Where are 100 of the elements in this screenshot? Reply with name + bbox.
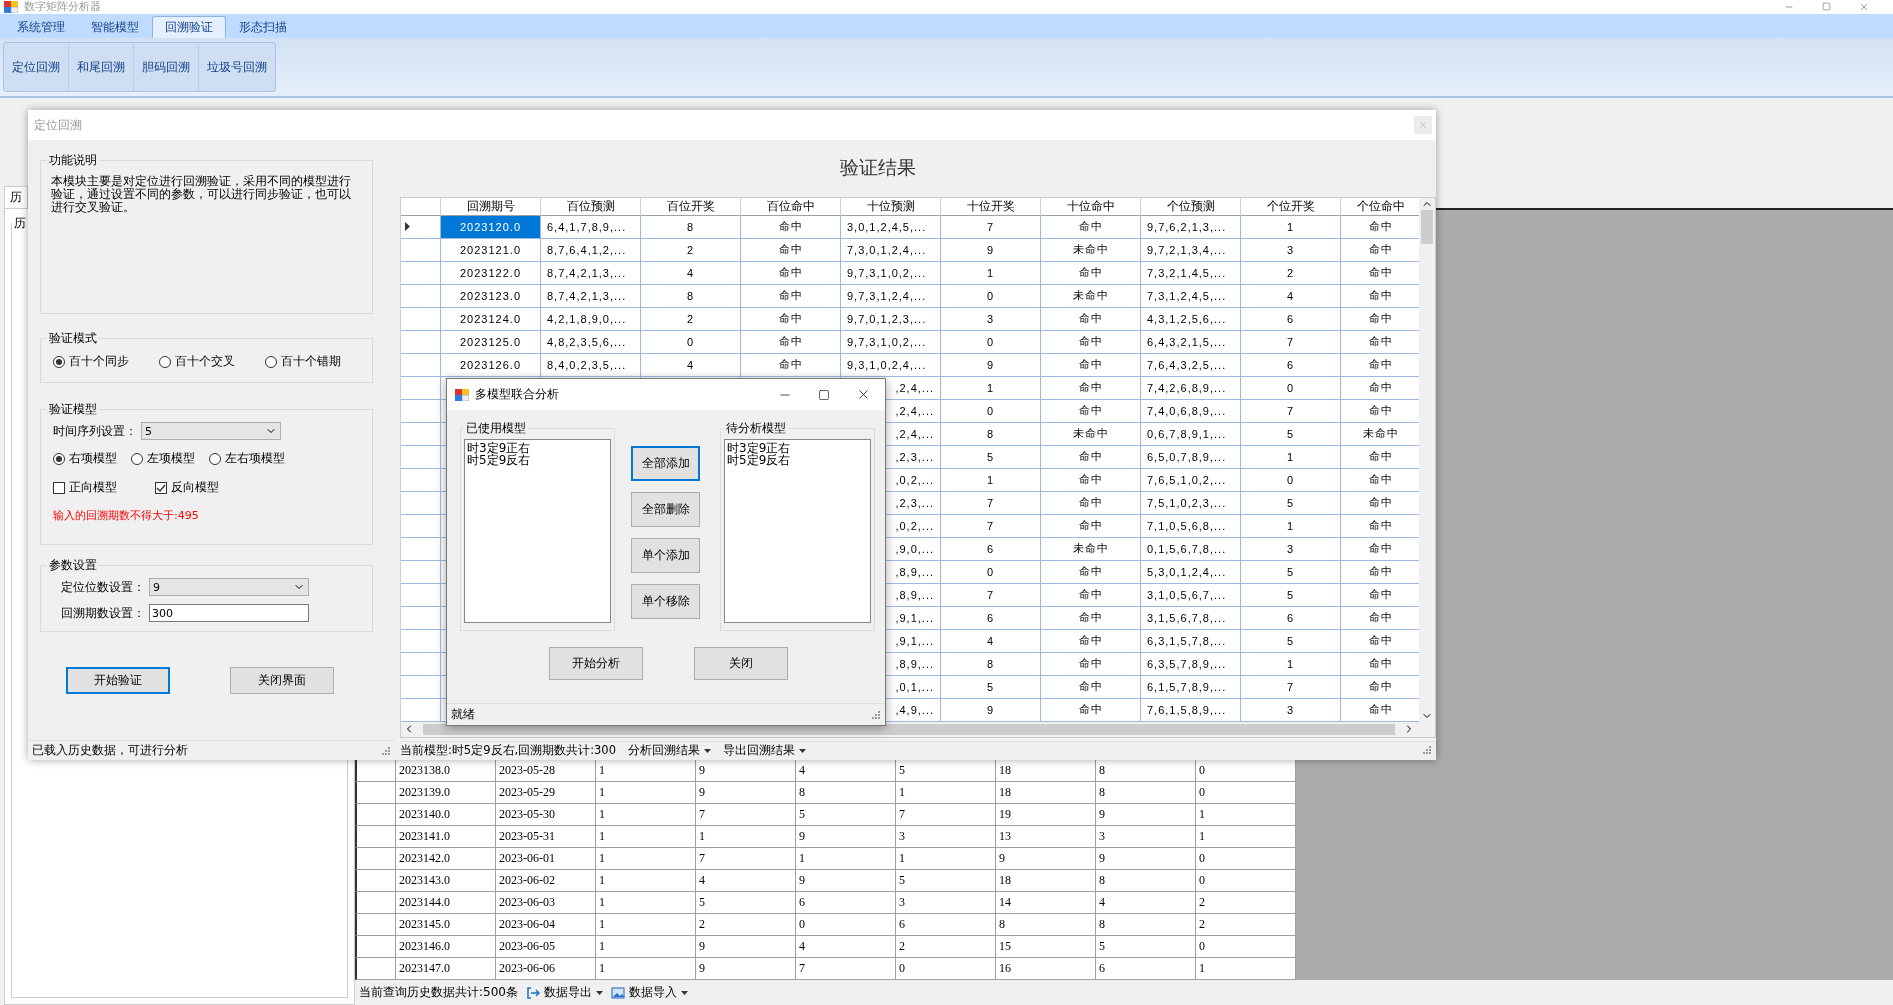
maximize-icon[interactable] bbox=[818, 388, 830, 401]
close-icon[interactable] bbox=[856, 387, 871, 402]
input-field[interactable]: 300 bbox=[149, 604, 309, 622]
ribbon-button[interactable]: 和尾回溯 bbox=[69, 43, 134, 91]
column-header[interactable]: 回溯期号 bbox=[441, 197, 541, 216]
field-label: 定位位数设置： bbox=[61, 578, 145, 596]
row-header[interactable] bbox=[355, 848, 396, 870]
column-header[interactable]: 十位开奖 bbox=[941, 197, 1041, 216]
table-cell: 3 bbox=[896, 826, 996, 848]
table-cell: 命中 bbox=[741, 215, 841, 239]
row-header[interactable] bbox=[355, 826, 396, 848]
scroll-thumb[interactable] bbox=[1421, 209, 1433, 244]
table-cell: 0 bbox=[1196, 848, 1296, 870]
table-cell: 5,3,0,1,2,4,... bbox=[1141, 560, 1241, 584]
action-button[interactable]: 单个添加 bbox=[631, 538, 700, 573]
radio-option[interactable]: 百十个同步 bbox=[53, 353, 129, 370]
table-cell: 8 bbox=[796, 782, 896, 804]
row-header[interactable] bbox=[355, 892, 396, 914]
scroll-thumb[interactable] bbox=[423, 723, 1395, 735]
radio-option[interactable]: 右项模型 bbox=[53, 450, 117, 467]
vertical-scrollbar[interactable] bbox=[1419, 197, 1435, 722]
dialog-button[interactable]: 关闭 bbox=[694, 647, 788, 680]
list-item[interactable]: 时5定9反右 bbox=[467, 454, 608, 466]
ribbon-tab[interactable]: 形态扫描 bbox=[226, 16, 300, 38]
table-cell: 0,1,5,6,7,8,... bbox=[1141, 537, 1241, 561]
ribbon-tab[interactable]: 回溯验证 bbox=[152, 16, 226, 38]
column-header[interactable]: 个位命中 bbox=[1341, 197, 1419, 216]
list-item[interactable]: 时3定9正右 bbox=[467, 442, 608, 454]
table-cell: 9 bbox=[696, 936, 796, 958]
table-cell: 2023-06-06 bbox=[496, 958, 596, 980]
table-cell: 2 bbox=[896, 936, 996, 958]
table-cell: 2023140.0 bbox=[396, 804, 496, 826]
action-button[interactable]: 单个移除 bbox=[631, 584, 700, 619]
history-tab[interactable]: 历 bbox=[4, 186, 28, 208]
export-menu[interactable]: 数据导出 bbox=[525, 984, 603, 1001]
column-header[interactable]: 个位预测 bbox=[1141, 197, 1241, 216]
checkbox-option[interactable]: 反向模型 bbox=[155, 479, 219, 496]
close-button[interactable] bbox=[1414, 116, 1432, 134]
ribbon-button[interactable]: 胆码回溯 bbox=[134, 43, 199, 91]
list-box[interactable]: 时3定9正右 时5定9反右 bbox=[464, 439, 611, 623]
column-header[interactable]: 百位预测 bbox=[541, 197, 641, 216]
column-header[interactable]: 百位开奖 bbox=[641, 197, 741, 216]
row-header[interactable] bbox=[355, 804, 396, 826]
table-cell: 命中 bbox=[741, 353, 841, 377]
ribbon-button[interactable]: 定位回溯 bbox=[4, 43, 69, 91]
table-cell: 0 bbox=[1241, 376, 1341, 400]
row-header[interactable] bbox=[355, 760, 396, 782]
description-text: 本模块主要是对定位进行回溯验证，采用不同的模型进行验证，通过设置不同的参数，可以进行同步验证，也可以进行交叉验证。 bbox=[50, 173, 352, 216]
caret-icon bbox=[704, 748, 711, 753]
radio-option[interactable]: 左右项模型 bbox=[209, 450, 285, 467]
resize-grip-icon[interactable] bbox=[381, 745, 391, 756]
corner-header[interactable] bbox=[401, 197, 441, 216]
dropdown-menu[interactable]: 分析回溯结果 bbox=[628, 742, 711, 760]
checkbox-option[interactable]: 正向模型 bbox=[53, 479, 117, 496]
row-header[interactable] bbox=[355, 936, 396, 958]
row-header[interactable] bbox=[355, 958, 396, 980]
radio-option[interactable]: 左项模型 bbox=[131, 450, 195, 467]
table-cell: 1 bbox=[596, 958, 696, 980]
table-cell: 未命中 bbox=[1041, 537, 1141, 561]
table-cell: 8,7,6,4,1,2,... bbox=[541, 238, 641, 262]
row-header[interactable] bbox=[355, 914, 396, 936]
column-header[interactable]: 十位预测 bbox=[841, 197, 941, 216]
resize-grip-icon[interactable] bbox=[871, 709, 881, 720]
row-header[interactable] bbox=[355, 782, 396, 804]
radio-option[interactable]: 百十个错期 bbox=[265, 353, 341, 370]
combo-box[interactable]: 5 bbox=[141, 422, 281, 440]
ribbon-button[interactable]: 垃圾号回溯 bbox=[199, 43, 275, 91]
column-header[interactable]: 百位命中 bbox=[741, 197, 841, 216]
window-title: 数字矩阵分析器 bbox=[24, 0, 101, 14]
column-header[interactable]: 个位开奖 bbox=[1241, 197, 1341, 216]
table-cell: 4 bbox=[941, 629, 1041, 653]
action-button[interactable]: 关闭界面 bbox=[230, 667, 334, 694]
resize-grip-icon[interactable] bbox=[1422, 744, 1432, 755]
table-cell: 2023-06-03 bbox=[496, 892, 596, 914]
import-menu[interactable]: 数据导入 bbox=[610, 984, 688, 1001]
action-button[interactable]: 开始验证 bbox=[66, 667, 170, 694]
table-cell: 7,4,2,6,8,9,... bbox=[1141, 376, 1241, 400]
table-cell: 7,4,0,6,8,9,... bbox=[1141, 399, 1241, 423]
ribbon-tab[interactable]: 系统管理 bbox=[4, 16, 78, 38]
action-button[interactable]: 全部添加 bbox=[631, 446, 700, 481]
column-header[interactable]: 十位命中 bbox=[1041, 197, 1141, 216]
table-cell: 8 bbox=[641, 215, 741, 239]
table-cell: 0 bbox=[1196, 760, 1296, 782]
table-cell: 7,3,1,2,4,5,... bbox=[1141, 284, 1241, 308]
table-cell: 8 bbox=[1096, 760, 1196, 782]
list-box[interactable]: 时3定9正右 时5定9反右 bbox=[724, 439, 871, 623]
table-cell: 5 bbox=[1241, 491, 1341, 515]
radio-option[interactable]: 百十个交叉 bbox=[159, 353, 235, 370]
action-button[interactable]: 全部删除 bbox=[631, 492, 700, 527]
table-cell: 7,3,2,1,4,5,... bbox=[1141, 261, 1241, 285]
combo-box[interactable]: 9 bbox=[149, 578, 309, 596]
ribbon-tab[interactable]: 智能模型 bbox=[78, 16, 152, 38]
results-title: 验证结果 bbox=[839, 155, 917, 181]
table-cell: 4 bbox=[1241, 284, 1341, 308]
table-cell: 9 bbox=[796, 870, 896, 892]
table-cell: 9,7,3,1,2,4,... bbox=[841, 284, 941, 308]
dropdown-menu[interactable]: 导出回溯结果 bbox=[723, 742, 806, 760]
dialog-button[interactable]: 开始分析 bbox=[549, 647, 643, 680]
table-cell: 1 bbox=[596, 892, 696, 914]
row-header[interactable] bbox=[355, 870, 396, 892]
